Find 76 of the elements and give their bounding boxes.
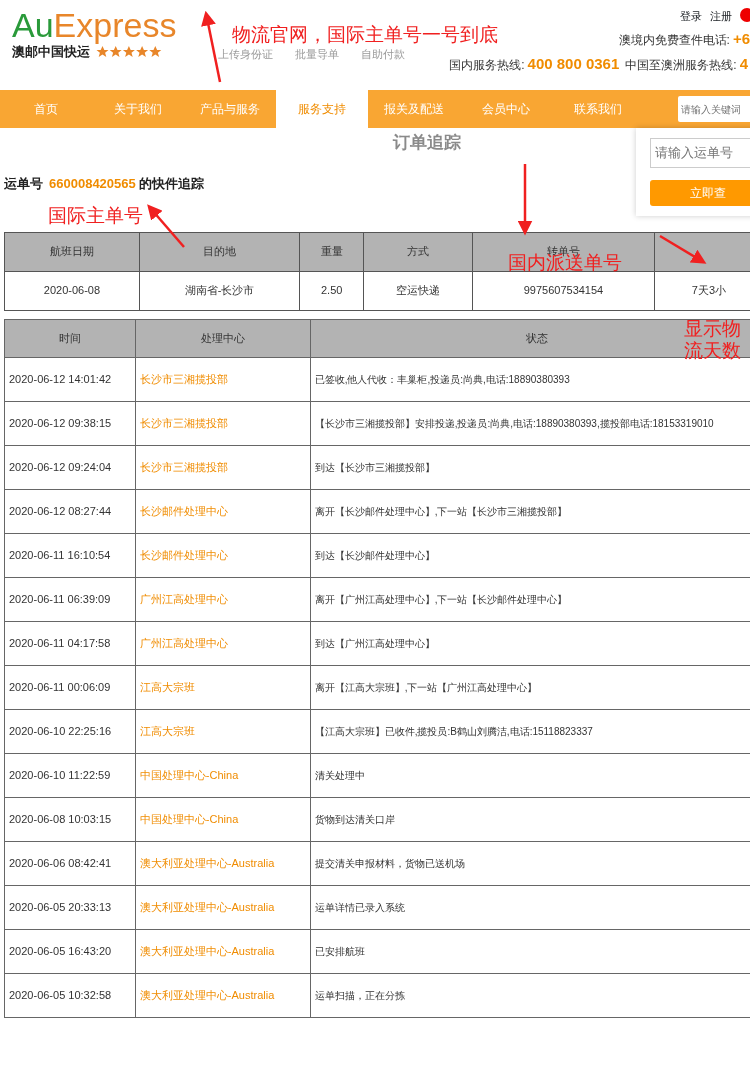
- hotline-number: +6: [732, 29, 750, 47]
- table-cell: 2020-06-05 10:32:58: [4, 973, 136, 1017]
- table-cell: 2020-06-12 09:38:15: [4, 401, 136, 445]
- table-cell: 中国处理中心-China: [135, 753, 311, 797]
- table-cell: 长沙邮件处理中心: [135, 489, 311, 533]
- account-link[interactable]: 注册: [710, 8, 732, 25]
- annotation-arrow: [147, 204, 185, 248]
- header-link[interactable]: 批量导单: [295, 46, 340, 90]
- table-cell: 2020-06-11 04:17:58: [4, 621, 136, 665]
- table-cell: 2020-06-08 10:03:15: [4, 797, 136, 841]
- table-cell: 澳大利亚处理中心-Australia: [135, 929, 311, 973]
- table-cell: 江高大宗班: [135, 665, 311, 709]
- column-header: 方式: [363, 232, 473, 271]
- table-cell: 2020-06-11 16:10:54: [4, 533, 136, 577]
- table-cell: 广州江高处理中心: [135, 577, 311, 621]
- table-cell: 2020-06-11 00:06:09: [4, 665, 136, 709]
- annotation-text: 物流官网，国际主单号一号到底: [232, 24, 498, 46]
- nav-tab[interactable]: 联系我们: [552, 90, 644, 128]
- search-button[interactable]: 立即查: [650, 179, 750, 206]
- page-title: 订单追踪: [393, 132, 461, 154]
- table-cell: 2020-06-11 06:39:09: [4, 577, 136, 621]
- hotline-label: 中国至澳洲服务热线:: [625, 57, 737, 74]
- table-cell: 澳大利亚处理中心-Australia: [135, 841, 311, 885]
- table-cell: 长沙市三湘揽投部: [135, 445, 311, 489]
- account-link[interactable]: 登录: [680, 8, 702, 25]
- hotline-number: 400 800 0361: [527, 54, 620, 74]
- annotation-arrow: [659, 234, 707, 264]
- rating-stars-icon: [96, 45, 162, 59]
- table-cell: 中国处理中心-China: [135, 797, 311, 841]
- table-cell: 2020-06-10 11:22:59: [4, 753, 136, 797]
- table-cell: 2020-06-12 14:01:42: [4, 357, 136, 401]
- table-cell: 广州江高处理中心: [135, 621, 311, 665]
- table-cell: 2020-06-05 16:43:20: [4, 929, 136, 973]
- table-cell: 2020-06-06 08:42:41: [4, 841, 136, 885]
- table-cell: 2020-06-10 22:25:16: [4, 709, 136, 753]
- column-header: 目的地: [139, 232, 300, 271]
- hotline-number: 4: [739, 54, 748, 74]
- table-cell: 长沙邮件处理中心: [135, 533, 311, 577]
- nav-tab[interactable]: 关于我们: [92, 90, 184, 128]
- nav-tab[interactable]: 会员中心: [460, 90, 552, 128]
- tracking-number: 660008420565: [49, 176, 136, 191]
- hotline-label: 澳境内免费查件电话:: [618, 32, 730, 47]
- column-header: 航班日期: [4, 232, 140, 271]
- tracking-number-field[interactable]: 请输入运单号: [650, 138, 750, 168]
- search-field[interactable]: 请输入关键词: [678, 96, 750, 122]
- table-cell: 江高大宗班: [135, 709, 311, 753]
- logo-subtitle: 澳邮中国快运: [12, 44, 90, 61]
- column-header: 处理中心: [135, 319, 311, 357]
- table-cell: 澳大利亚处理中心-Australia: [135, 885, 311, 929]
- nav-tab[interactable]: 报关及配送: [368, 90, 460, 128]
- hotline-label: 国内服务热线:: [449, 57, 525, 74]
- table-cell: 2020-06-12 08:27:44: [4, 489, 136, 533]
- logo-text: Au: [12, 6, 54, 44]
- header-link[interactable]: 自助付款: [361, 46, 406, 90]
- tracking-label: 的快件追踪: [138, 176, 204, 191]
- table-cell: 湖南省-长沙市: [139, 271, 300, 310]
- table-cell: 长沙市三湘揽投部: [135, 401, 311, 445]
- nav-tab[interactable]: 首页: [0, 90, 92, 128]
- table-cell: 9975607534154: [472, 271, 655, 310]
- nav-tab[interactable]: 服务支持: [276, 90, 368, 128]
- annotation-arrow: [517, 164, 533, 236]
- header-link[interactable]: 上传身份证: [218, 46, 274, 90]
- table-cell: 2020-06-12 09:24:04: [4, 445, 136, 489]
- column-header: 重量: [299, 232, 364, 271]
- nav-tab[interactable]: 产品与服务: [184, 90, 276, 128]
- table-cell: 空运快递: [363, 271, 473, 310]
- table-cell: 2.50: [299, 271, 364, 310]
- column-header: 时间: [4, 319, 136, 357]
- tracking-label: 运单号: [4, 176, 43, 191]
- table-cell: 2020-06-08: [4, 271, 140, 310]
- annotation-text: 国际主单号: [48, 205, 143, 227]
- flag-icon[interactable]: [740, 8, 750, 22]
- table-cell: 长沙市三湘揽投部: [135, 357, 311, 401]
- logo-text: Express: [53, 6, 177, 44]
- table-cell: 澳大利亚处理中心-Australia: [135, 973, 311, 1017]
- table-cell: 2020-06-05 20:33:13: [4, 885, 136, 929]
